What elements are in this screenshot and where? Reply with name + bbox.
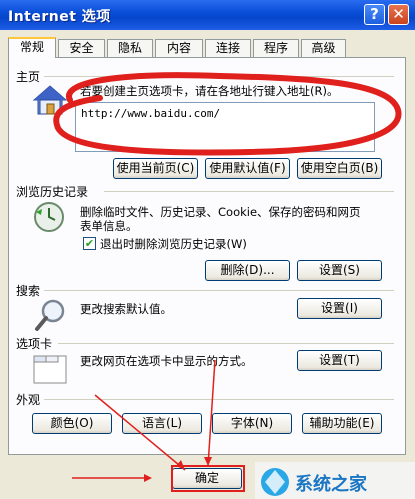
search-description: 更改搜索默认值。 [80,302,172,316]
tab-content[interactable]: 内容 [155,39,203,57]
house-icon [32,85,68,115]
window-title: Internet 选项 [8,9,111,25]
tabs-settings-button[interactable]: 设置(T) [297,350,382,371]
group-divider [104,191,394,192]
history-description-line1: 删除临时文件、历史记录、Cookie、保存的密码和网页 [80,205,361,219]
languages-button[interactable]: 语言(L) [122,413,202,434]
help-button[interactable]: ? [364,4,385,25]
tab-advanced[interactable]: 高级 [301,39,346,57]
group-divider [44,290,394,291]
group-divider [58,343,394,344]
use-default-button[interactable]: 使用默认值(F) [205,158,290,179]
watermark: 系统之家 [255,462,415,499]
search-settings-button[interactable]: 设置(I) [297,298,382,319]
use-blank-button[interactable]: 使用空白页(B) [297,158,382,179]
history-clock-icon [34,202,64,232]
watermark-text: 系统之家 [295,474,367,495]
homepage-url-input[interactable]: http://www.baidu.com/ [75,102,375,152]
close-button[interactable]: ✕ [388,4,409,25]
history-description-line2: 表单信息。 [80,219,138,233]
search-group-title: 搜索 [16,284,41,298]
group-divider [44,399,394,400]
ok-button[interactable]: 确定 [172,468,242,489]
tabs-group-title: 选项卡 [16,337,53,351]
tab-programs[interactable]: 程序 [253,39,299,57]
fonts-button[interactable]: 字体(N) [212,413,292,434]
delete-on-exit-checkbox[interactable]: ✔ [83,237,96,250]
tab-security[interactable]: 安全 [58,39,105,57]
group-divider [44,76,394,77]
colors-button[interactable]: 颜色(O) [32,413,112,434]
history-group-title: 浏览历史记录 [16,185,89,199]
tab-general[interactable]: 常规 [8,37,56,58]
title-bar[interactable]: Internet 选项 ? ✕ [0,0,415,30]
delete-on-exit-label[interactable]: 退出时删除浏览历史记录(W) [100,237,247,251]
search-magnifier-icon [35,299,65,331]
homepage-description: 若要创建主页选项卡，请在各地址行键入地址(R)。 [80,84,339,98]
tab-connections[interactable]: 连接 [205,39,251,57]
appearance-group-title: 外观 [16,393,41,407]
history-settings-button[interactable]: 设置(S) [297,260,382,281]
tabs-description: 更改网页在选项卡中显示的方式。 [80,354,253,368]
homepage-group-title: 主页 [16,70,41,84]
tab-privacy[interactable]: 隐私 [107,39,153,57]
accessibility-button[interactable]: 辅助功能(E) [302,413,382,434]
use-current-button[interactable]: 使用当前页(C) [113,158,198,179]
tabs-window-icon [33,355,67,384]
delete-history-button[interactable]: 删除(D)... [205,260,290,281]
